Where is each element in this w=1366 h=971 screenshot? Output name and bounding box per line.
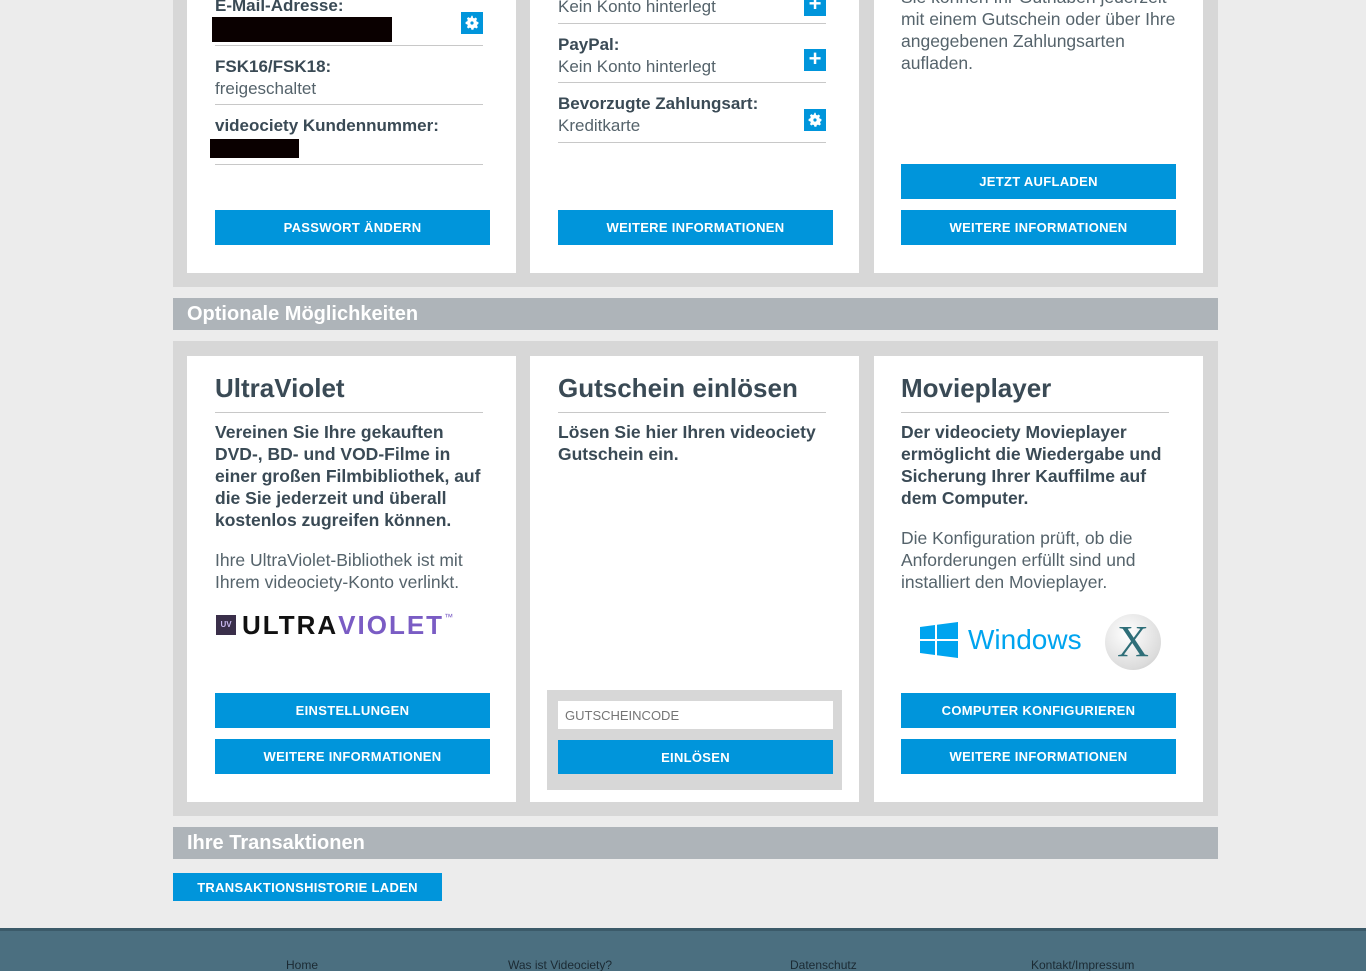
ultraviolet-bold-text: Vereinen Sie Ihre gekauften DVD-, BD- un…	[215, 422, 481, 530]
customer-number-label: videociety Kundennummer:	[215, 116, 439, 135]
balance-text-partial: Sie können Ihr Guthaben jederzeit	[901, 0, 1181, 8]
footer-link-home[interactable]: Home	[286, 958, 318, 971]
fsk-value: freigeschaltet	[215, 79, 317, 98]
windows-icon	[920, 622, 958, 658]
voucher-form: EINLÖSEN	[547, 690, 842, 790]
edit-preferred-payment-gear-icon[interactable]	[804, 109, 826, 131]
ultraviolet-more-info-button[interactable]: WEITERE INFORMATIONEN	[215, 739, 490, 774]
transactions-section-title: Ihre Transaktionen	[173, 827, 1218, 859]
mac-os-x-label: X	[1117, 617, 1149, 666]
divider	[558, 82, 826, 83]
balance-card: Sie können Ihr Guthaben jederzeit mit ei…	[874, 0, 1203, 273]
voucher-card: Gutschein einlösen Lösen Sie hier Ihren …	[530, 356, 859, 802]
ultraviolet-text: Ihre UltraViolet-Bibliothek ist mit Ihre…	[215, 550, 463, 592]
balance-text: mit einem Gutschein oder über Ihre angeg…	[901, 9, 1176, 73]
payment-card: Kein Konto hinterlegt + PayPal: Kein Kon…	[530, 0, 859, 273]
mac-os-x-icon: X	[1105, 614, 1161, 670]
ultraviolet-logo-tm: ™	[444, 612, 454, 622]
footer-link-about[interactable]: Was ist Videociety?	[508, 958, 612, 971]
add-paypal-plus-icon[interactable]: +	[804, 48, 826, 71]
divider	[558, 142, 826, 143]
add-credit-card-plus-icon[interactable]: +	[804, 0, 826, 16]
fsk-label: FSK16/FSK18:	[215, 57, 332, 76]
top-up-button[interactable]: JETZT AUFLADEN	[901, 164, 1176, 199]
edit-email-gear-icon[interactable]	[461, 12, 483, 34]
voucher-code-input[interactable]	[558, 701, 833, 729]
divider	[558, 412, 826, 413]
footer-link-contact[interactable]: Kontakt/Impressum	[1031, 958, 1134, 971]
change-password-button[interactable]: PASSWORT ÄNDERN	[215, 210, 490, 245]
configure-computer-button[interactable]: COMPUTER KONFIGURIEREN	[901, 693, 1176, 728]
divider	[901, 412, 1169, 413]
ultraviolet-card: UltraViolet Vereinen Sie Ihre gekauften …	[187, 356, 516, 802]
account-card: E-Mail-Adresse: FSK16/FSK18: freigeschal…	[187, 0, 516, 273]
email-label: E-Mail-Adresse:	[215, 0, 344, 15]
footer-link-privacy[interactable]: Datenschutz	[790, 958, 857, 971]
divider	[215, 412, 483, 413]
credit-card-value: Kein Konto hinterlegt	[558, 0, 716, 16]
email-redacted	[212, 17, 392, 42]
ultraviolet-title: UltraViolet	[215, 373, 345, 403]
movieplayer-text: Die Konfiguration prüft, ob die Anforder…	[901, 528, 1136, 592]
redeem-button[interactable]: EINLÖSEN	[558, 740, 833, 774]
ultraviolet-logo: UV ULTRA VIOLET ™	[216, 609, 454, 640]
movieplayer-card: Movieplayer Der videociety Movieplayer e…	[874, 356, 1203, 802]
windows-logo: Windows	[920, 622, 1082, 658]
ultraviolet-logo-text-dark: ULTRA	[242, 609, 339, 640]
divider	[558, 23, 826, 24]
optional-section-title: Optionale Möglichkeiten	[173, 298, 1218, 330]
divider	[215, 104, 483, 105]
voucher-bold-text: Lösen Sie hier Ihren videociety Gutschei…	[558, 422, 816, 464]
movieplayer-title: Movieplayer	[901, 373, 1052, 403]
load-transaction-history-button[interactable]: TRANSAKTIONSHISTORIE LADEN	[173, 873, 442, 901]
ultraviolet-settings-button[interactable]: EINSTELLUNGEN	[215, 693, 490, 728]
preferred-payment-label: Bevorzugte Zahlungsart:	[558, 94, 759, 113]
windows-label: Windows	[968, 624, 1082, 655]
ultraviolet-logo-badge: UV	[216, 615, 236, 635]
customer-number-redacted	[210, 139, 299, 158]
divider	[215, 164, 483, 165]
ultraviolet-logo-text-violet: VIOLET	[338, 609, 445, 640]
footer: Home Was ist Videociety? Datenschutz Kon…	[0, 928, 1366, 971]
voucher-title: Gutschein einlösen	[558, 373, 798, 403]
paypal-value: Kein Konto hinterlegt	[558, 57, 716, 76]
paypal-label: PayPal:	[558, 35, 620, 54]
movieplayer-more-info-button[interactable]: WEITERE INFORMATIONEN	[901, 739, 1176, 774]
movieplayer-bold-text: Der videociety Movieplayer ermöglicht di…	[901, 422, 1162, 508]
balance-more-info-button[interactable]: WEITERE INFORMATIONEN	[901, 210, 1176, 245]
divider	[215, 45, 483, 46]
preferred-payment-value: Kreditkarte	[558, 116, 641, 135]
payment-more-info-button[interactable]: WEITERE INFORMATIONEN	[558, 210, 833, 245]
